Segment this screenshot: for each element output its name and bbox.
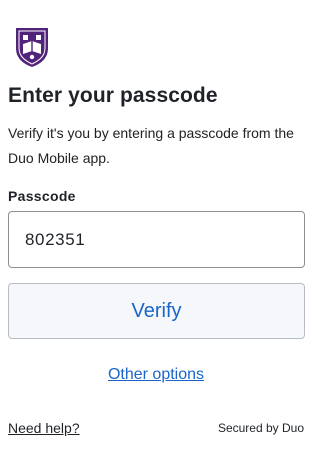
other-options-link[interactable]: Other options: [108, 366, 204, 383]
other-options-container: Other options: [0, 365, 312, 385]
verify-button[interactable]: Verify: [8, 283, 305, 339]
need-help-link[interactable]: Need help?: [8, 419, 80, 437]
university-crest-icon: [16, 28, 48, 67]
page-title: Enter your passcode: [8, 84, 218, 107]
instruction-text: Verify it's you by entering a passcode f…: [8, 125, 294, 166]
university-crest-logo: [13, 26, 51, 68]
secured-by-duo-text: Secured by Duo: [217, 421, 304, 435]
passcode-input[interactable]: [8, 211, 305, 268]
passcode-label: Passcode: [8, 188, 76, 204]
